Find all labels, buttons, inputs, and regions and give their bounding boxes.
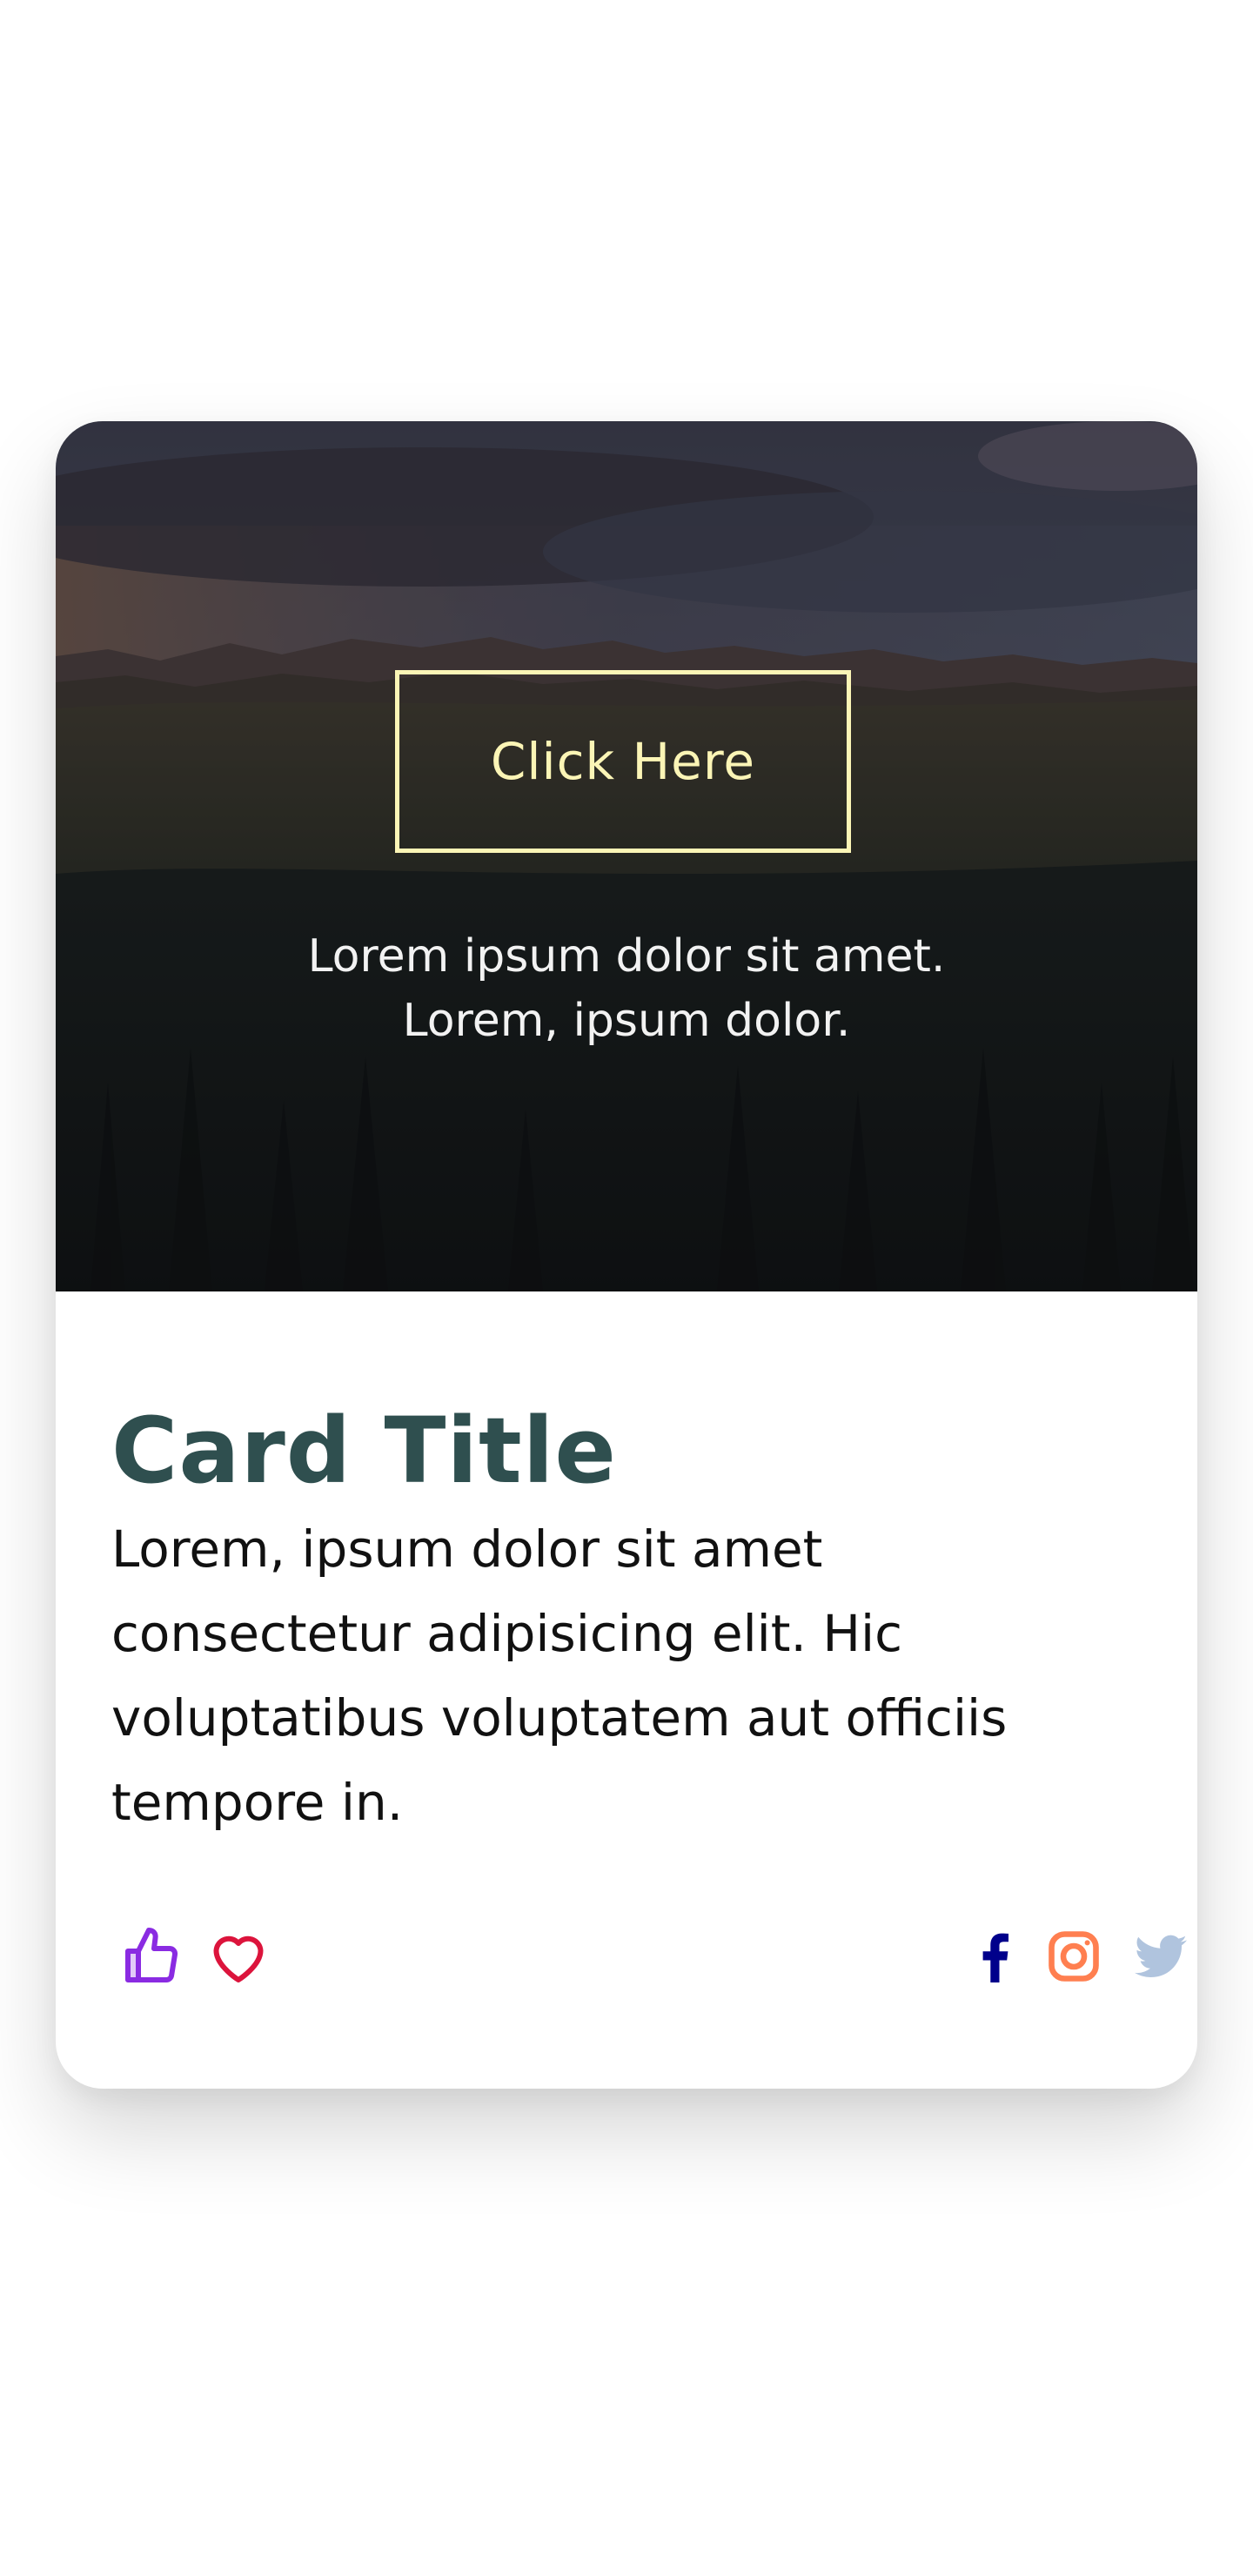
hero-caption-line-2: Lorem, ipsum dolor. — [402, 995, 851, 1047]
click-here-button[interactable]: Click Here — [395, 670, 851, 853]
card-title: Card Title — [111, 1398, 617, 1504]
facebook-icon[interactable] — [964, 1925, 1027, 1988]
hero-caption: Lorem ipsum dolor sit amet. Lorem, ipsum… — [56, 924, 1197, 1053]
card-hero-image: Click Here Lorem ipsum dolor sit amet. L… — [56, 421, 1197, 1291]
hero-overlay — [56, 421, 1197, 1291]
twitter-icon[interactable] — [1129, 1925, 1192, 1988]
card: Click Here Lorem ipsum dolor sit amet. L… — [56, 421, 1197, 2089]
instagram-icon[interactable] — [1042, 1925, 1105, 1988]
hero-caption-line-1: Lorem ipsum dolor sit amet. — [307, 930, 946, 983]
card-body: Card Title Lorem, ipsum dolor sit amet c… — [111, 1394, 1156, 1845]
thumbs-up-icon[interactable] — [120, 1925, 183, 1988]
card-footer — [111, 1925, 1187, 1995]
heart-icon[interactable] — [207, 1925, 270, 1988]
card-text: Lorem, ipsum dolor sit amet consectetur … — [111, 1519, 1008, 1832]
